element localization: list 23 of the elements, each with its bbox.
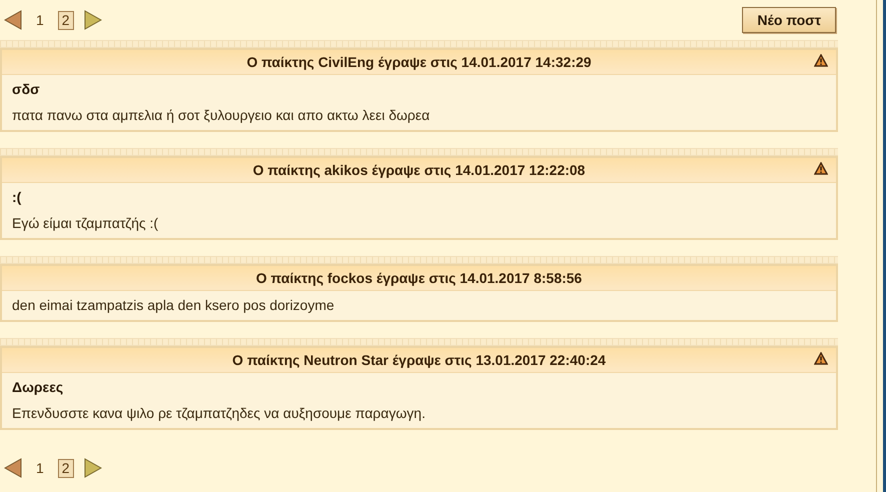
- previous-page-icon[interactable]: [4, 458, 22, 478]
- next-page-icon[interactable]: [84, 458, 102, 478]
- page-link[interactable]: 1: [32, 10, 48, 30]
- post-title: Δωρεες: [11, 378, 64, 397]
- post-author-line: Ο παίκτης CivilEng έγραψε στις 14.01.2017 14:32:29: [246, 54, 592, 70]
- post-author-line: Ο παίκτης fockos έγραψε στις 14.01.2017 8:58:56: [256, 270, 582, 286]
- post-body: Επενδυσστε κανα ψιλο ρε τζαμπατζηδες να αυξησουμε παραγωγη.: [11, 404, 426, 423]
- post-body: den eimai tzampatzis apla den ksero pos dorizoyme: [11, 296, 336, 315]
- new-post-button[interactable]: Νέο ποστ: [742, 7, 836, 33]
- warning-icon[interactable]: [814, 54, 828, 67]
- post-title: σδσ: [11, 80, 41, 99]
- warning-icon[interactable]: [814, 352, 828, 365]
- post-title: :(: [11, 188, 22, 207]
- post-body: Εγώ είμαι τζαμπατζής :(: [11, 214, 160, 233]
- page-link[interactable]: 2: [58, 10, 74, 30]
- next-page-icon[interactable]: [84, 10, 102, 30]
- post-author-line: Ο παίκτης Neutron Star έγραψε στις 13.01.2017 22:40:24: [232, 352, 606, 368]
- page-link[interactable]: 2: [58, 458, 74, 478]
- post-author-line: Ο παίκτης akikos έγραψε στις 14.01.2017 12:22:08: [252, 162, 586, 178]
- page-link[interactable]: 1: [32, 458, 48, 478]
- previous-page-icon[interactable]: [4, 10, 22, 30]
- post-body: πατα πανω στα αμπελια ή σοτ ξυλουργειο και απο ακτω λεει δωρεα: [11, 106, 431, 125]
- warning-icon[interactable]: [814, 162, 828, 175]
